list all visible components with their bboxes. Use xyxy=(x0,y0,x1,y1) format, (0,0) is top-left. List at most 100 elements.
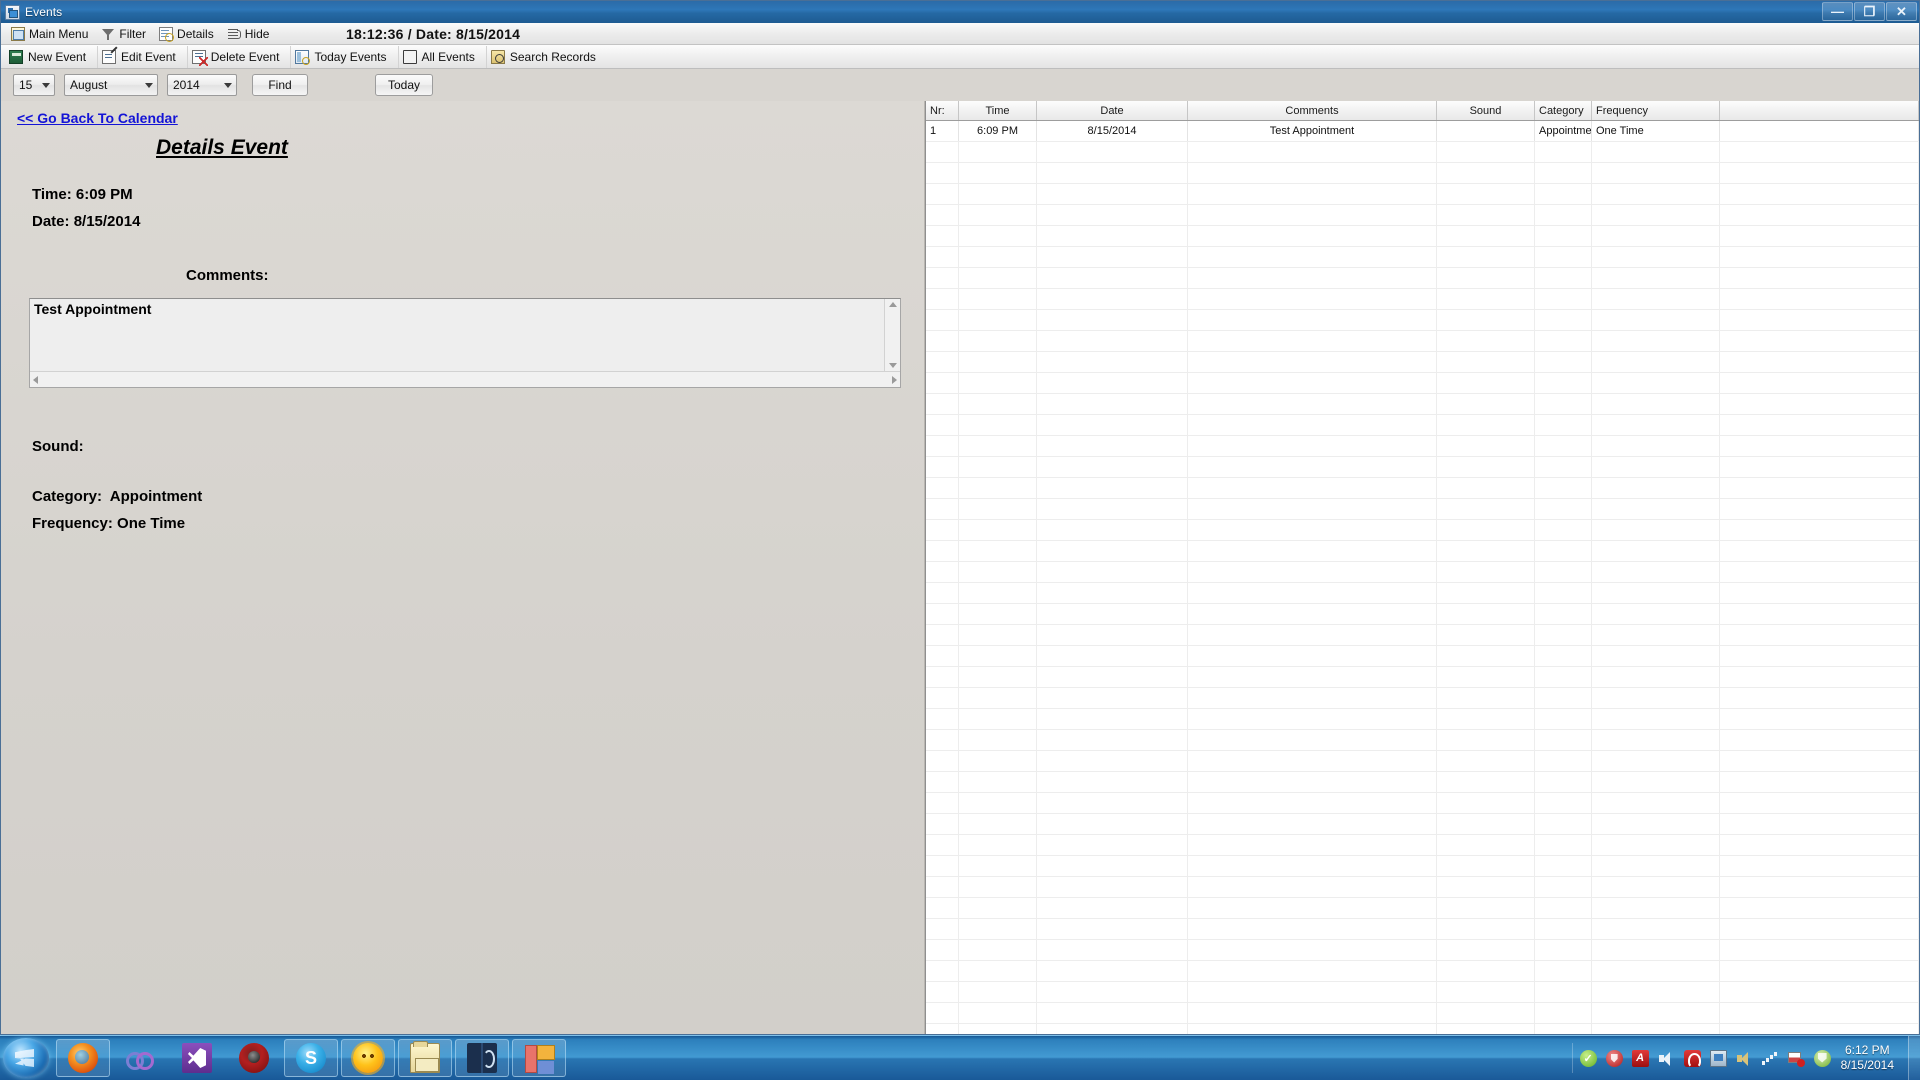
red-circle-icon[interactable] xyxy=(1605,1049,1623,1067)
table-row[interactable] xyxy=(926,520,1919,541)
comments-horizontal-scrollbar[interactable] xyxy=(30,371,900,387)
taskbar-item-file-explorer[interactable] xyxy=(398,1039,452,1077)
taskbar-item-loop[interactable] xyxy=(113,1039,167,1077)
table-row[interactable] xyxy=(926,331,1919,352)
table-row[interactable] xyxy=(926,163,1919,184)
table-row[interactable] xyxy=(926,751,1919,772)
table-row[interactable] xyxy=(926,373,1919,394)
minimize-button[interactable]: — xyxy=(1822,2,1853,21)
menu-item-details[interactable]: Details xyxy=(155,24,223,44)
column-header-category[interactable]: Category xyxy=(1535,101,1592,120)
today-events-button[interactable]: Today Events xyxy=(291,45,399,68)
menu-item-filter[interactable]: Filter xyxy=(97,24,155,44)
table-row[interactable] xyxy=(926,835,1919,856)
table-row[interactable] xyxy=(926,310,1919,331)
column-header-date[interactable]: Date xyxy=(1037,101,1188,120)
table-row[interactable] xyxy=(926,961,1919,982)
taskbar-item-media-player[interactable] xyxy=(227,1039,281,1077)
scroll-down-icon[interactable] xyxy=(888,363,897,368)
table-row[interactable] xyxy=(926,730,1919,751)
table-row[interactable] xyxy=(926,1024,1919,1034)
table-row[interactable] xyxy=(926,142,1919,163)
table-row[interactable] xyxy=(926,856,1919,877)
flag-alert-icon[interactable] xyxy=(1787,1050,1805,1067)
table-row[interactable] xyxy=(926,940,1919,961)
table-row[interactable] xyxy=(926,772,1919,793)
comments-text[interactable]: Test Appointment xyxy=(30,299,884,371)
delete-event-button[interactable]: Delete Event xyxy=(188,45,292,68)
month-select[interactable]: August xyxy=(64,74,158,96)
table-row[interactable] xyxy=(926,184,1919,205)
table-row[interactable] xyxy=(926,982,1919,1003)
taskbar-item-events-app[interactable] xyxy=(512,1039,566,1077)
table-row[interactable] xyxy=(926,667,1919,688)
table-row[interactable] xyxy=(926,205,1919,226)
find-button[interactable]: Find xyxy=(252,74,308,96)
table-row[interactable] xyxy=(926,457,1919,478)
table-row[interactable] xyxy=(926,352,1919,373)
table-row[interactable] xyxy=(926,562,1919,583)
table-row[interactable] xyxy=(926,268,1919,289)
start-button[interactable] xyxy=(3,1038,49,1078)
year-select[interactable]: 2014 xyxy=(167,74,237,96)
today-button[interactable]: Today xyxy=(375,74,433,96)
close-button[interactable]: ✕ xyxy=(1886,2,1917,21)
scroll-left-icon[interactable] xyxy=(33,375,38,384)
table-row[interactable] xyxy=(926,1003,1919,1024)
table-row[interactable] xyxy=(926,898,1919,919)
acrobat-icon[interactable] xyxy=(1631,1049,1649,1067)
table-row[interactable] xyxy=(926,247,1919,268)
taskbar-item-sun-app[interactable] xyxy=(341,1039,395,1077)
taskbar-item-firefox[interactable] xyxy=(56,1039,110,1077)
table-row[interactable] xyxy=(926,583,1919,604)
column-header-comments[interactable]: Comments xyxy=(1188,101,1437,120)
table-row[interactable] xyxy=(926,646,1919,667)
scroll-up-icon[interactable] xyxy=(888,302,897,307)
table-row[interactable]: 1 6:09 PM 8/15/2014 Test Appointment App… xyxy=(926,121,1919,142)
avira-icon[interactable] xyxy=(1683,1049,1701,1068)
table-row[interactable] xyxy=(926,478,1919,499)
table-row[interactable] xyxy=(926,226,1919,247)
all-events-button[interactable]: All Events xyxy=(399,45,487,68)
table-row[interactable] xyxy=(926,415,1919,436)
volume-icon[interactable] xyxy=(1658,1050,1675,1067)
table-row[interactable] xyxy=(926,499,1919,520)
comments-textarea[interactable]: Test Appointment xyxy=(29,298,901,388)
speaker-icon[interactable] xyxy=(1736,1050,1753,1067)
table-row[interactable] xyxy=(926,793,1919,814)
search-records-button[interactable]: Search Records xyxy=(487,46,607,68)
menu-item-main-menu[interactable]: Main Menu xyxy=(7,24,97,44)
taskbar-item-skype[interactable] xyxy=(284,1039,338,1077)
taskbar-item-book-app[interactable] xyxy=(455,1039,509,1077)
table-row[interactable] xyxy=(926,877,1919,898)
column-header-sound[interactable]: Sound xyxy=(1437,101,1535,120)
table-row[interactable] xyxy=(926,289,1919,310)
day-select[interactable]: 15 xyxy=(13,74,55,96)
taskbar-clock[interactable]: 6:12 PM 8/15/2014 xyxy=(1841,1043,1908,1073)
table-row[interactable] xyxy=(926,919,1919,940)
table-row[interactable] xyxy=(926,604,1919,625)
table-row[interactable] xyxy=(926,541,1919,562)
column-header-time[interactable]: Time xyxy=(959,101,1037,120)
signal-bars-icon[interactable] xyxy=(1761,1050,1779,1067)
table-row[interactable] xyxy=(926,688,1919,709)
table-row[interactable] xyxy=(926,709,1919,730)
scroll-right-icon[interactable] xyxy=(892,375,897,384)
maximize-button[interactable]: ❐ xyxy=(1854,2,1885,21)
taskbar-item-visual-studio[interactable] xyxy=(170,1039,224,1077)
column-header-frequency[interactable]: Frequency xyxy=(1592,101,1720,120)
new-event-button[interactable]: New Event xyxy=(5,45,99,68)
network-screen-icon[interactable] xyxy=(1709,1049,1727,1067)
edit-event-button[interactable]: Edit Event xyxy=(98,45,188,68)
column-header-nr[interactable]: Nr: xyxy=(926,101,959,120)
table-row[interactable] xyxy=(926,394,1919,415)
menu-item-hide[interactable]: Hide xyxy=(223,24,279,44)
table-row[interactable] xyxy=(926,625,1919,646)
go-back-to-calendar-link[interactable]: << Go Back To Calendar xyxy=(17,110,178,126)
green-check-icon[interactable] xyxy=(1579,1049,1597,1067)
shield-icon[interactable] xyxy=(1813,1049,1831,1067)
comments-vertical-scrollbar[interactable] xyxy=(884,299,900,371)
show-desktop-button[interactable] xyxy=(1908,1035,1920,1080)
table-row[interactable] xyxy=(926,436,1919,457)
table-row[interactable] xyxy=(926,814,1919,835)
